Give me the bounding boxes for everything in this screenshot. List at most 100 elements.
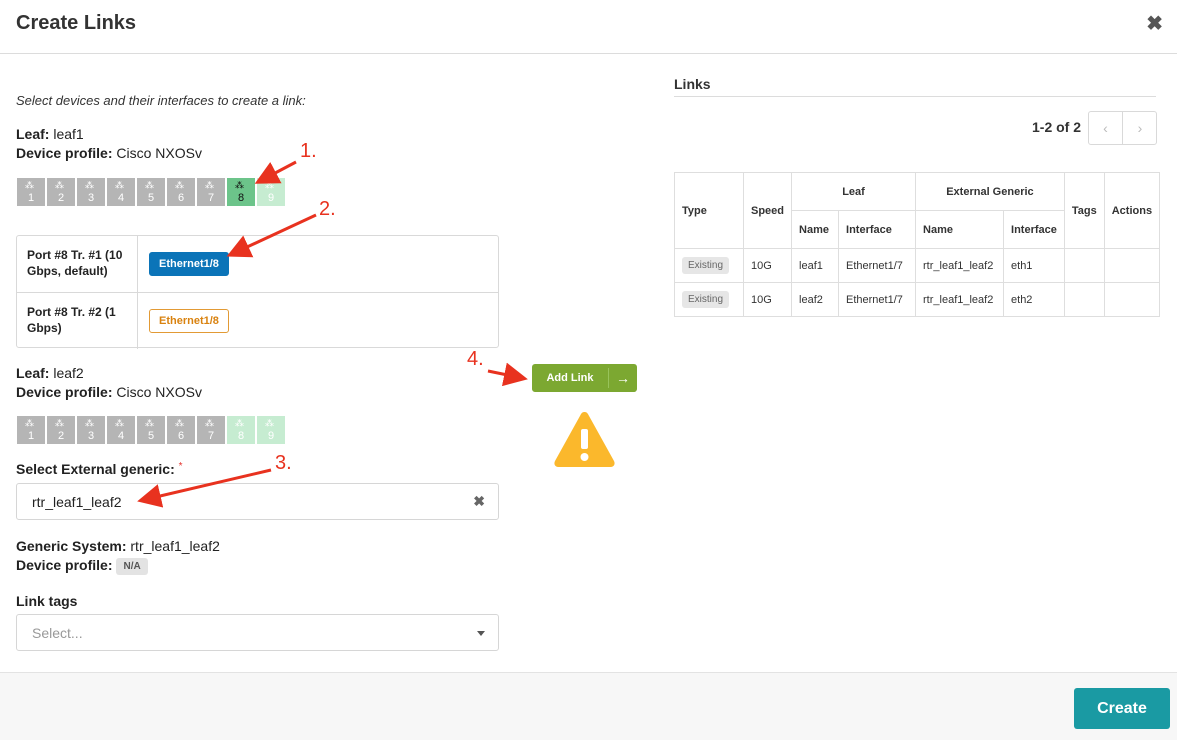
ext-name-cell: rtr_leaf1_leaf2 [915, 282, 1005, 317]
leaf-interface-cell: Ethernet1/7 [838, 282, 917, 317]
close-icon[interactable]: ✖ [1146, 14, 1163, 34]
generic-system-name: rtr_leaf1_leaf2 [130, 538, 220, 554]
links-table: Type Speed Leaf External Generic Tags Ac… [674, 172, 1161, 317]
instructions-text: Select devices and their interfaces to c… [16, 93, 306, 108]
transformation-row: Port #8 Tr. #2 (1 Gbps) Ethernet1/8 [17, 292, 498, 349]
col-header-leaf-name: Name [791, 210, 840, 249]
port-icon: ⁂ [235, 180, 244, 190]
link-tags-select[interactable]: Select... [16, 614, 499, 651]
leaf1-port[interactable]: ⁂ 5 [137, 178, 165, 206]
speed-cell: 10G [742, 248, 793, 283]
leaf1-profile-row: Device profile: Cisco NXOSv [16, 145, 202, 161]
port-icon: ⁂ [235, 418, 244, 428]
ext-interface-cell: eth2 [1003, 282, 1065, 317]
leaf1-port[interactable]: ⁂ 2 [47, 178, 75, 206]
chevron-right-icon[interactable]: › [1123, 112, 1157, 144]
leaf2-port[interactable]: ⁂ 6 [167, 416, 195, 444]
leaf2-profile: Cisco NXOSv [116, 384, 202, 400]
annotation-3: 3. [275, 452, 292, 474]
leaf1-port[interactable]: ⁂ 3 [77, 178, 105, 206]
ext-interface-cell: eth1 [1003, 248, 1065, 283]
chevron-left-icon[interactable]: ‹ [1089, 112, 1123, 144]
col-header-speed: Speed [742, 172, 793, 249]
port-icon: ⁂ [25, 180, 34, 190]
actions-cell [1103, 248, 1161, 283]
dialog-footer: Create [0, 672, 1177, 740]
leaf2-name: leaf2 [53, 365, 84, 381]
col-header-ext-name: Name [915, 210, 1005, 249]
existing-badge: Existing [682, 257, 730, 274]
add-link-button[interactable]: Add Link → [532, 364, 637, 392]
port-icon: ⁂ [205, 180, 214, 190]
leaf2-port[interactable]: ⁂ 4 [107, 416, 135, 444]
leaf2-name-row: Leaf: leaf2 [16, 365, 84, 381]
leaf-name-cell: leaf1 [791, 248, 840, 283]
leaf2-port[interactable]: ⁂ 3 [77, 416, 105, 444]
leaf2-port[interactable]: ⁂ 8 [227, 416, 255, 444]
leaf-interface-cell: Ethernet1/7 [838, 248, 917, 283]
leaf2-port[interactable]: ⁂ 5 [137, 416, 165, 444]
col-header-ext-interface: Interface [1003, 210, 1065, 249]
port-icon: ⁂ [265, 418, 274, 428]
port-icon: ⁂ [265, 180, 274, 190]
interface-button-selected[interactable]: Ethernet1/8 [149, 252, 229, 276]
leaf2-port-panel: ⁂ 1 ⁂ 2 ⁂ 3 ⁂ 4 ⁂ 5 ⁂ 6 ⁂ 7 ⁂ 8 ⁂ 9 [17, 416, 285, 444]
port-icon: ⁂ [55, 418, 64, 428]
na-badge: N/A [116, 557, 148, 575]
existing-badge: Existing [682, 291, 730, 308]
external-generic-label: Select External generic: [16, 461, 175, 477]
generic-profile-label: Device profile: [16, 557, 113, 573]
transformation-label: Port #8 Tr. #1 (10 Gbps, default) [17, 236, 138, 292]
generic-system-label: Generic System: [16, 538, 127, 554]
external-generic-label-row: Select External generic: * [16, 461, 183, 477]
links-title: Links [674, 76, 711, 92]
external-generic-value: rtr_leaf1_leaf2 [32, 494, 122, 510]
leaf1-name: leaf1 [53, 126, 84, 142]
leaf1-name-row: Leaf: leaf1 [16, 126, 84, 142]
leaf2-label: Leaf: [16, 365, 50, 381]
ext-name-cell: rtr_leaf1_leaf2 [915, 248, 1005, 283]
pagination-controls: ‹ › [1088, 111, 1157, 145]
port-icon: ⁂ [25, 418, 34, 428]
transformation-row: Port #8 Tr. #1 (10 Gbps, default) Ethern… [17, 236, 498, 292]
external-generic-select[interactable]: rtr_leaf1_leaf2 ✖ [16, 483, 499, 520]
leaf1-port[interactable]: ⁂ 7 [197, 178, 225, 206]
port-icon: ⁂ [175, 418, 184, 428]
port-icon: ⁂ [145, 180, 154, 190]
tags-cell [1063, 282, 1105, 317]
leaf1-port[interactable]: ⁂ 1 [17, 178, 45, 206]
link-tags-label-row: Link tags [16, 593, 77, 609]
port-icon: ⁂ [55, 180, 64, 190]
leaf2-port[interactable]: ⁂ 7 [197, 416, 225, 444]
tags-cell [1063, 248, 1105, 283]
leaf2-profile-row: Device profile: Cisco NXOSv [16, 384, 202, 400]
col-header-type: Type [674, 172, 744, 249]
col-header-tags: Tags [1063, 172, 1105, 249]
leaf2-port[interactable]: ⁂ 2 [47, 416, 75, 444]
leaf1-port[interactable]: ⁂ 9 [257, 178, 285, 206]
actions-cell [1103, 282, 1161, 317]
required-mark: * [178, 461, 183, 472]
pagination-text: 1-2 of 2 [1032, 119, 1082, 135]
clear-icon[interactable]: ✖ [473, 493, 485, 510]
generic-system-row: Generic System: rtr_leaf1_leaf2 [16, 538, 220, 554]
col-header-leaf: Leaf [791, 172, 917, 211]
chevron-down-icon [477, 631, 485, 636]
col-header-leaf-interface: Interface [838, 210, 917, 249]
leaf2-profile-label: Device profile: [16, 384, 113, 400]
leaf1-port[interactable]: ⁂ 6 [167, 178, 195, 206]
leaf1-port-selected[interactable]: ⁂ 8 [227, 178, 255, 206]
dialog-header: Create Links ✖ [0, 0, 1177, 54]
interface-button[interactable]: Ethernet1/8 [149, 309, 229, 333]
leaf1-port-panel: ⁂ 1 ⁂ 2 ⁂ 3 ⁂ 4 ⁂ 5 ⁂ 6 ⁂ 7 ⁂ 8 ⁂ 9 [17, 178, 285, 206]
leaf2-port[interactable]: ⁂ 1 [17, 416, 45, 444]
leaf1-label: Leaf: [16, 126, 50, 142]
create-button[interactable]: Create [1074, 688, 1170, 729]
dialog-title: Create Links [16, 12, 137, 34]
warning-triangle-icon [554, 412, 615, 467]
leaf1-profile-label: Device profile: [16, 145, 113, 161]
leaf2-port[interactable]: ⁂ 9 [257, 416, 285, 444]
generic-profile-row: Device profile: N/A [16, 557, 148, 575]
port-icon: ⁂ [85, 418, 94, 428]
leaf1-port[interactable]: ⁂ 4 [107, 178, 135, 206]
